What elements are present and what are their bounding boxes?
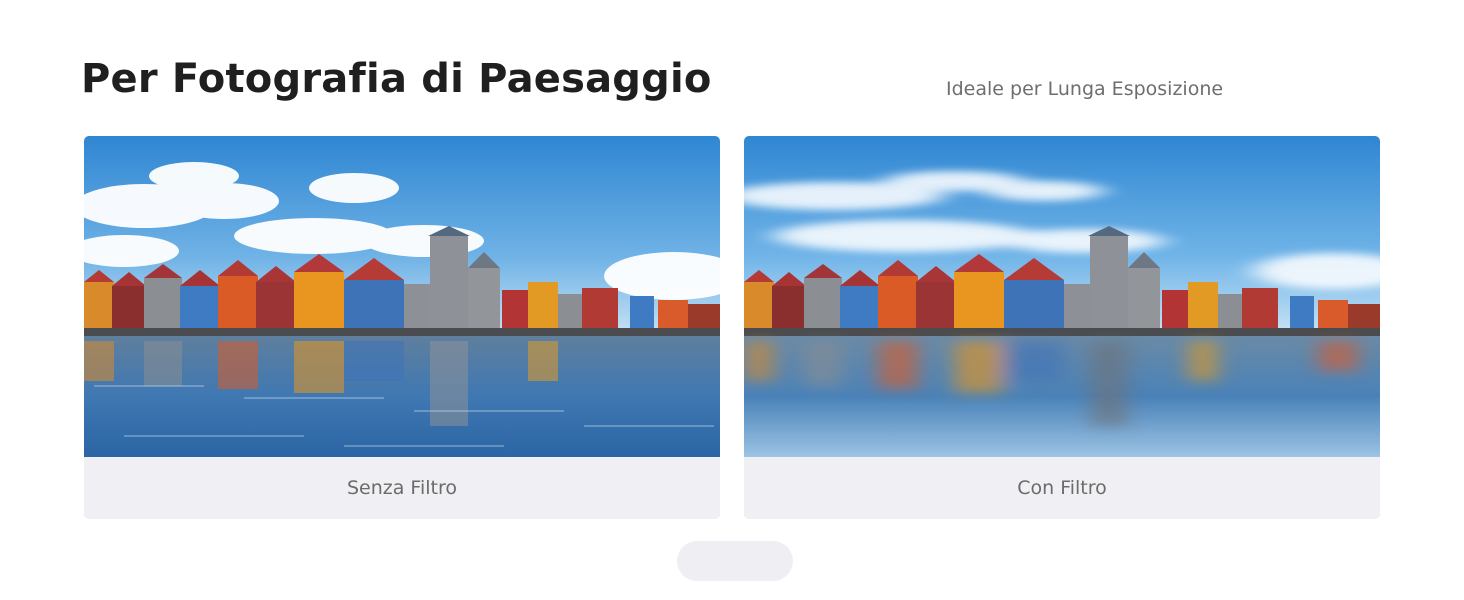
carousel-pagination[interactable] [677, 541, 793, 581]
comparison-card-without-filter: Senza Filtro [84, 136, 720, 519]
comparison-card-with-filter: Con Filtro [744, 136, 1380, 519]
page-title: Per Fotografia di Paesaggio [81, 56, 712, 102]
caption-with-filter: Con Filtro [744, 457, 1380, 519]
page-subtitle: Ideale per Lunga Esposizione [946, 78, 1224, 100]
landscape-photo-without-filter [84, 136, 720, 457]
landscape-photo-with-filter [744, 136, 1380, 457]
caption-without-filter: Senza Filtro [84, 457, 720, 519]
